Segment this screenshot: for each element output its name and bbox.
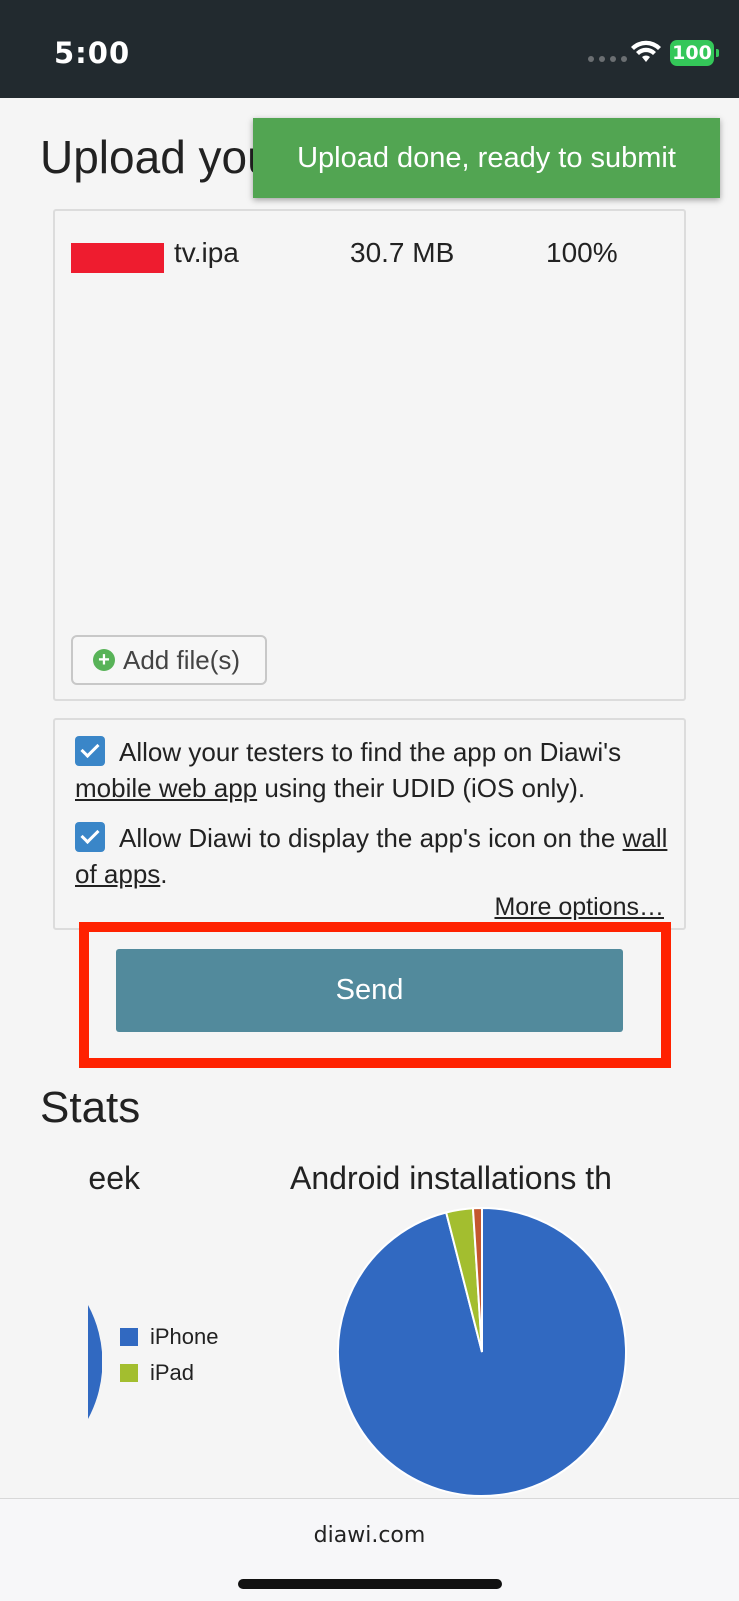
status-bar: 5:00 100 <box>0 0 739 98</box>
upload-toast: Upload done, ready to submit <box>253 118 720 198</box>
legend-label-ipad: iPad <box>150 1360 195 1385</box>
file-drop-zone[interactable]: tv.ipa 30.7 MB 100% + Add file(s) <box>53 209 686 701</box>
legend-swatch-ipad <box>120 1364 138 1382</box>
wifi-icon <box>631 40 661 62</box>
options-panel: Allow your testers to find the app on Di… <box>53 718 686 930</box>
left-pie-fragment <box>88 1305 102 1419</box>
file-row: tv.ipa 30.7 MB 100% <box>71 237 671 277</box>
stats-title: Stats <box>40 1083 141 1132</box>
option-udid-text: Allow your testers to find the app on Di… <box>119 737 622 767</box>
legend-item-iphone: iPhone <box>120 1319 219 1355</box>
add-files-button[interactable]: + Add file(s) <box>71 635 267 685</box>
plus-icon: + <box>93 649 115 671</box>
browser-bottom-bar: diawi.com <box>0 1498 739 1601</box>
url-text[interactable]: diawi.com <box>0 1523 739 1548</box>
file-progress: 100% <box>546 237 618 268</box>
android-pie-chart <box>337 1206 627 1497</box>
more-options-link[interactable]: More options… <box>494 893 664 922</box>
home-indicator <box>238 1579 502 1589</box>
option-wall-text-after: . <box>160 859 168 889</box>
legend-item-ipad: iPad <box>120 1355 219 1391</box>
right-chart-title: Android installations th <box>290 1160 612 1196</box>
add-files-label: Add file(s) <box>123 644 241 675</box>
file-name: tv.ipa <box>174 237 239 268</box>
redacted-filename-prefix <box>71 243 164 273</box>
option-wall: Allow Diawi to display the app's icon on… <box>75 820 675 892</box>
option-udid: Allow your testers to find the app on Di… <box>75 734 675 806</box>
left-chart-title: eek <box>88 1160 140 1196</box>
legend-label-iphone: iPhone <box>150 1324 219 1349</box>
option-wall-text: Allow Diawi to display the app's icon on… <box>119 823 616 853</box>
status-time: 5:00 <box>54 36 131 70</box>
legend-swatch-iphone <box>120 1328 138 1346</box>
option-udid-text-after: using their UDID (iOS only). <box>264 773 586 803</box>
send-button[interactable]: Send <box>116 949 623 1032</box>
file-size: 30.7 MB <box>350 237 455 268</box>
battery-icon: 100 <box>670 40 719 66</box>
legend: iPhone iPad <box>120 1319 219 1391</box>
mobile-web-app-link[interactable]: mobile web app <box>75 773 257 803</box>
udid-checkbox[interactable] <box>75 736 105 766</box>
wall-checkbox[interactable] <box>75 822 105 852</box>
cellular-signal-icon <box>588 56 627 62</box>
